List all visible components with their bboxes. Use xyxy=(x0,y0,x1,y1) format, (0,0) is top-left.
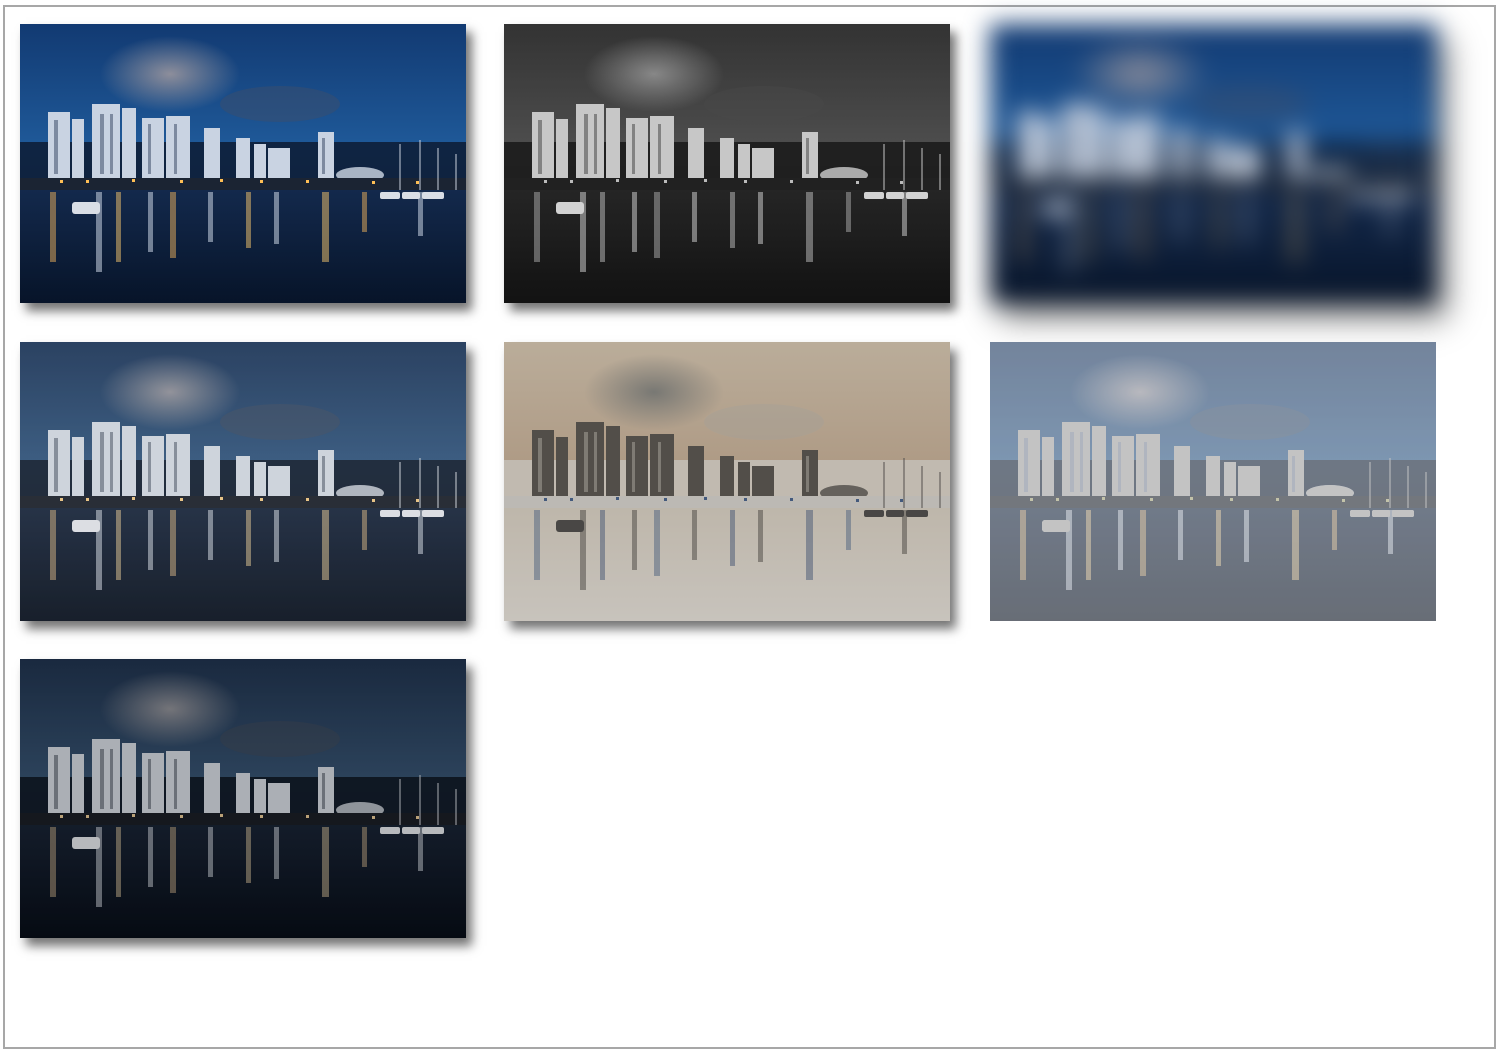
thumbnail-original[interactable] xyxy=(20,24,466,303)
city-skyline-image-faded xyxy=(20,342,466,621)
city-skyline-image xyxy=(20,24,466,303)
city-skyline-image-washed xyxy=(990,342,1436,621)
city-skyline-image-grayscale xyxy=(504,24,950,303)
city-skyline-image-muted xyxy=(20,659,466,938)
thumbnail-muted[interactable] xyxy=(20,659,466,938)
thumbnail-blur[interactable] xyxy=(990,24,1460,324)
city-skyline-image-blurred xyxy=(990,24,1436,303)
thumbnail-faded[interactable] xyxy=(20,342,466,621)
city-skyline-image-inverted xyxy=(504,342,950,621)
thumbnail-washed-out[interactable] xyxy=(990,342,1436,621)
thumbnail-invert[interactable] xyxy=(504,342,950,621)
thumbnail-grayscale[interactable] xyxy=(504,24,950,303)
